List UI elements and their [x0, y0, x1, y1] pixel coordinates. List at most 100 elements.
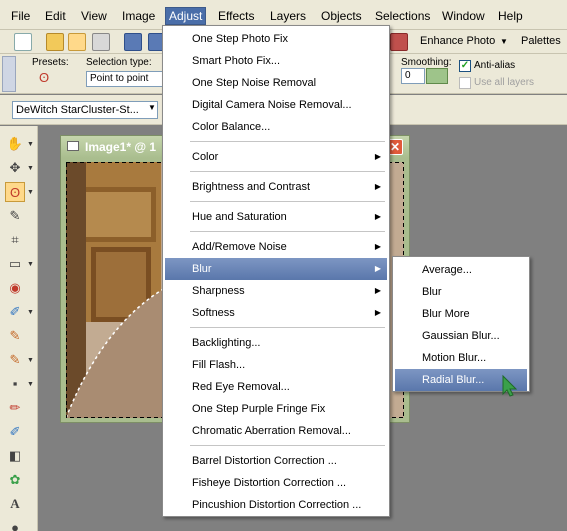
menu-item-one-step-noise-removal[interactable]: One Step Noise Removal [165, 72, 387, 94]
menu-item-sharpness[interactable]: Sharpness ▶ [165, 280, 387, 302]
menu-selections[interactable]: Selections [372, 8, 433, 24]
menu-item-color[interactable]: Color ▶ [165, 146, 387, 168]
smoothing-input[interactable]: 0 [401, 68, 425, 84]
menu-item-one-step-photo-fix[interactable]: One Step Photo Fix [165, 28, 387, 50]
font-select[interactable]: DeWitch StarCluster-St... [12, 101, 158, 119]
lighten-darken-tool-arrow[interactable]: ▼ [27, 381, 34, 388]
menu-item-label: Red Eye Removal... [192, 381, 290, 393]
menu-item-label: Barrel Distortion Correction ... [192, 455, 337, 467]
menu-item-add-remove-noise[interactable]: Add/Remove Noise ▶ [165, 236, 387, 258]
menu-item-softness[interactable]: Softness ▶ [165, 302, 387, 324]
menu-item-label: One Step Noise Removal [192, 77, 317, 89]
menu-item-smart-photo-fix[interactable]: Smart Photo Fix... [165, 50, 387, 72]
menu-item-digital-camera-noise-removal[interactable]: Digital Camera Noise Removal... [165, 94, 387, 116]
menu-item-fisheye-distortion[interactable]: Fisheye Distortion Correction ... [165, 472, 387, 494]
menu-item-label: Digital Camera Noise Removal... [192, 99, 352, 111]
menu-item-chromatic-aberration-removal[interactable]: Chromatic Aberration Removal... [165, 420, 387, 442]
straighten-tool-icon[interactable]: ▭ [5, 254, 25, 274]
menu-layers[interactable]: Layers [267, 8, 309, 24]
menu-item-motion-blur[interactable]: Motion Blur... [395, 347, 527, 369]
menu-item-color-balance[interactable]: Color Balance... [165, 116, 387, 138]
menu-item-hue-saturation[interactable]: Hue and Saturation ▶ [165, 206, 387, 228]
antialias-checkbox[interactable]: ✓ [459, 60, 471, 72]
menu-view[interactable]: View [78, 8, 110, 24]
move-tool-icon[interactable]: ✥ [5, 158, 25, 178]
menu-adjust[interactable]: Adjust [164, 7, 207, 25]
menu-image[interactable]: Image [119, 8, 158, 24]
menu-item-label: Hue and Saturation [192, 211, 287, 223]
menu-file[interactable]: File [8, 8, 33, 24]
menu-item-average[interactable]: Average... [395, 259, 527, 281]
menu-item-fill-flash[interactable]: Fill Flash... [165, 354, 387, 376]
crop-tool-icon[interactable]: ⌗ [5, 230, 25, 250]
paint-brush-tool-icon[interactable]: ✎ [5, 350, 25, 370]
palettes-button[interactable]: Palettes [521, 35, 561, 47]
use-all-layers-checkbox[interactable] [459, 77, 471, 89]
red-eye-tool-icon[interactable]: ◉ [5, 278, 25, 298]
menu-item-label: Fisheye Distortion Correction ... [192, 477, 347, 489]
paint-brush-tool-arrow[interactable]: ▼ [27, 357, 34, 364]
clone-tool-icon[interactable]: ✎ [5, 326, 25, 346]
makeover-tool-arrow[interactable]: ▼ [27, 309, 34, 316]
menu-item-backlighting[interactable]: Backlighting... [165, 332, 387, 354]
new-file-icon[interactable] [14, 33, 32, 51]
makeover-tool-icon[interactable]: ✐ [5, 302, 25, 322]
presets-label: Presets: [32, 57, 69, 68]
enhance-photo-button[interactable]: Enhance Photo [420, 35, 495, 47]
enhance-dropdown-icon[interactable]: ▼ [500, 37, 508, 46]
pan-tool-arrow[interactable]: ▼ [27, 141, 34, 148]
submenu-arrow-icon: ▶ [374, 308, 381, 317]
menu-help[interactable]: Help [495, 8, 526, 24]
menu-effects[interactable]: Effects [215, 8, 257, 24]
eraser-tool-icon[interactable]: ✏ [5, 398, 25, 418]
antialias-label: Anti-alias [474, 60, 516, 71]
menu-item-gaussian-blur[interactable]: Gaussian Blur... [395, 325, 527, 347]
picture-tube-tool-icon[interactable]: ✿ [5, 470, 25, 490]
menu-item-purple-fringe-fix[interactable]: One Step Purple Fringe Fix [165, 398, 387, 420]
dropper-tool-icon[interactable]: ✎ [5, 206, 25, 226]
text-tool-icon[interactable]: A [5, 494, 25, 514]
menu-item-label: Sharpness [192, 285, 245, 297]
menu-item-label: Gaussian Blur... [422, 330, 500, 342]
lasso-preset-icon[interactable]: ʘ [34, 68, 54, 88]
adjust-menu: One Step Photo Fix Smart Photo Fix... On… [162, 25, 390, 517]
open-folder-icon[interactable] [46, 33, 64, 51]
pan-tool-icon[interactable]: ✋ [5, 134, 25, 154]
menu-item-blur[interactable]: Blur ▶ [165, 258, 387, 280]
menu-window[interactable]: Window [439, 8, 488, 24]
menu-item-barrel-distortion[interactable]: Barrel Distortion Correction ... [165, 450, 387, 472]
menu-item-label: One Step Photo Fix [192, 33, 288, 45]
font-dropdown-icon[interactable]: ▼ [148, 103, 156, 112]
tools-toolbar: ✋ ▼ ✥ ▼ ʘ ▼ ✎ ⌗ ▭ ▼ ◉ ✐ ▼ ✎ ✎ ▼ ▪ ▼ ✏ ✐ ◧ ✿ A ● [0, 126, 38, 531]
selection-tool-arrow[interactable]: ▼ [27, 189, 34, 196]
menu-item-label: Backlighting... [192, 337, 261, 349]
smoothing-stepper[interactable] [426, 68, 448, 84]
palette-grip[interactable] [2, 56, 16, 92]
menu-item-red-eye-removal[interactable]: Red Eye Removal... [165, 376, 387, 398]
menu-item-brightness-contrast[interactable]: Brightness and Contrast ▶ [165, 176, 387, 198]
menu-item-blur-basic[interactable]: Blur [395, 281, 527, 303]
freehand-selection-tool-icon[interactable]: ʘ [5, 182, 25, 202]
menu-item-blur-more[interactable]: Blur More [395, 303, 527, 325]
browse-icon[interactable] [68, 33, 86, 51]
submenu-arrow-icon: ▶ [374, 264, 381, 273]
move-tool-arrow[interactable]: ▼ [27, 165, 34, 172]
menu-item-label: Add/Remove Noise [192, 241, 287, 253]
preset-shape-tool-icon[interactable]: ● [5, 518, 25, 531]
straighten-tool-arrow[interactable]: ▼ [27, 261, 34, 268]
save-icon[interactable] [124, 33, 142, 51]
enhance-photo-icon[interactable] [390, 33, 408, 51]
menu-item-label: Average... [422, 264, 472, 276]
menu-objects[interactable]: Objects [318, 8, 365, 24]
smoothing-label: Smoothing: [401, 57, 452, 68]
menu-item-label: Motion Blur... [422, 352, 487, 364]
menu-separator [190, 231, 385, 232]
flood-fill-tool-icon[interactable]: ◧ [5, 446, 25, 466]
menu-item-pincushion-distortion[interactable]: Pincushion Distortion Correction ... [165, 494, 387, 516]
scan-icon[interactable] [92, 33, 110, 51]
lighten-darken-tool-icon[interactable]: ▪ [5, 374, 25, 394]
menu-separator [190, 327, 385, 328]
blur-submenu: Average... Blur Blur More Gaussian Blur.… [392, 256, 530, 392]
color-replacer-tool-icon[interactable]: ✐ [5, 422, 25, 442]
menu-edit[interactable]: Edit [42, 8, 69, 24]
